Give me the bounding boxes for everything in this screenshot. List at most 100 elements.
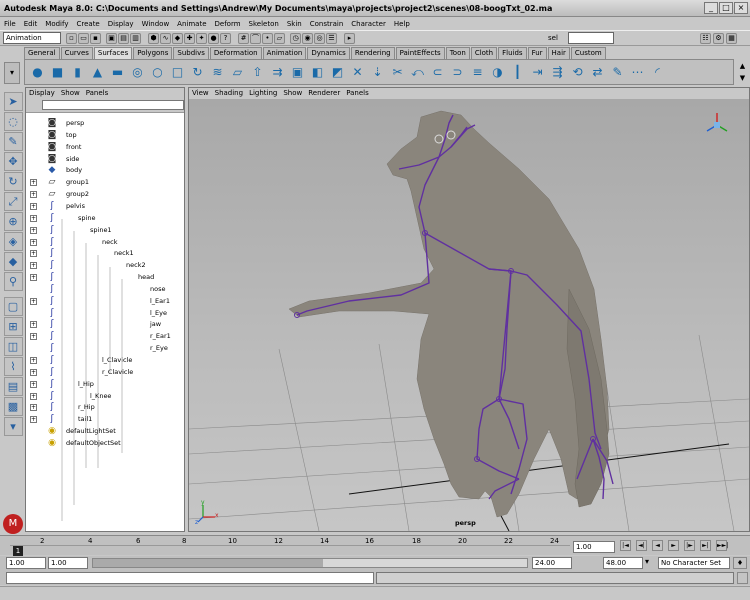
shelf-fillet-icon[interactable]: ◜	[648, 63, 667, 82]
outliner-menu-display[interactable]: Display	[26, 88, 58, 99]
shelf-tab-painteffects[interactable]: PaintEffects	[395, 47, 445, 59]
render-icon[interactable]: ◉	[302, 33, 313, 44]
shelf-tab-dynamics[interactable]: Dynamics	[307, 47, 350, 59]
shelf-tab-subdivs[interactable]: Subdivs	[173, 47, 209, 59]
layout-list-icon[interactable]: ▾	[3, 417, 23, 436]
shelf-align-icon[interactable]: ≡	[468, 63, 487, 82]
shelf-tab-custom[interactable]: Custom	[570, 47, 606, 59]
viewport-menu-renderer[interactable]: Renderer	[305, 88, 343, 99]
shelf-attach-icon[interactable]: ⊂	[428, 63, 447, 82]
step-back-frame-button[interactable]: ◄	[652, 540, 663, 551]
shelf-tab-deformation[interactable]: Deformation	[209, 47, 262, 59]
mask-curves-icon[interactable]: ∿	[160, 33, 171, 44]
shelf-revolve-icon[interactable]: ↻	[188, 63, 207, 82]
mask-dynamics-icon[interactable]: ✦	[196, 33, 207, 44]
shelf-reverse-icon[interactable]: ⇄	[588, 63, 607, 82]
render-view-layout-icon[interactable]: ▩	[3, 397, 23, 416]
ipr-render-icon[interactable]: ◎	[314, 33, 325, 44]
start-time-field[interactable]: 1.00	[6, 557, 46, 569]
shelf-tab-hair[interactable]: Hair	[547, 47, 570, 59]
channel-box-icon[interactable]: ▦	[726, 33, 737, 44]
range-slider-bar[interactable]	[92, 558, 528, 568]
current-frame-marker[interactable]: 1	[13, 546, 23, 556]
mask-joints-icon[interactable]: ⬢	[148, 33, 159, 44]
select-hierarchy-icon[interactable]: ▣	[106, 33, 117, 44]
close-button[interactable]: ×	[734, 2, 748, 14]
menu-help[interactable]: Help	[390, 20, 414, 28]
hypergraph-layout-icon[interactable]: ▤	[3, 377, 23, 396]
tool-settings-icon[interactable]: ⚙	[713, 33, 724, 44]
shelf-planar-icon[interactable]: ▱	[228, 63, 247, 82]
shelf-tab-polygons[interactable]: Polygons	[133, 47, 173, 59]
mask-surfaces-icon[interactable]: ◆	[172, 33, 183, 44]
perspective-outliner-layout-icon[interactable]: ◫	[3, 337, 23, 356]
shelf-extend-icon[interactable]: ⇥	[528, 63, 547, 82]
menu-file[interactable]: File	[0, 20, 20, 28]
rotate-tool-icon[interactable]: ↻	[3, 172, 23, 191]
four-view-layout-icon[interactable]: ⊞	[3, 317, 23, 336]
maximize-button[interactable]: □	[719, 2, 733, 14]
select-tool-icon[interactable]: ➤	[3, 92, 23, 111]
go-to-start-button[interactable]: |◄	[620, 540, 631, 551]
menu-window[interactable]: Window	[138, 20, 174, 28]
attribute-editor-icon[interactable]: ☷	[700, 33, 711, 44]
shelf-tab-fluids[interactable]: Fluids	[498, 47, 527, 59]
shelf-tab-surfaces[interactable]: Surfaces	[93, 47, 133, 59]
step-forward-frame-button[interactable]: |►	[684, 540, 695, 551]
outliner-menu-show[interactable]: Show	[58, 88, 83, 99]
shelf-detach-icon[interactable]: ⊃	[448, 63, 467, 82]
graph-editor-layout-icon[interactable]: ⌇	[3, 357, 23, 376]
character-set-arrow-icon[interactable]: ▾	[645, 557, 649, 566]
shelf-tab-animation[interactable]: Animation	[262, 47, 307, 59]
new-scene-icon[interactable]: ▫	[66, 33, 77, 44]
menu-skeleton[interactable]: Skeleton	[245, 20, 283, 28]
shelf-torus-icon[interactable]: ◎	[128, 63, 147, 82]
scene-view[interactable]: x y z persp	[188, 99, 750, 532]
range-slider-handle[interactable]	[93, 559, 323, 567]
time-slider[interactable]: 1 1.00 2 4 6 8 10 12 14 16 18 20 22 24 |◄ ◄| ◄ ► |► ►| ►►|	[0, 535, 750, 556]
viewport-menu-lighting[interactable]: Lighting	[246, 88, 280, 99]
render-settings-icon[interactable]: ☰	[326, 33, 337, 44]
current-time-field[interactable]: 1.00	[573, 541, 615, 553]
menu-display[interactable]: Display	[104, 20, 138, 28]
go-to-end-button[interactable]: ►►|	[716, 540, 728, 551]
shelf-bevel-icon[interactable]: ◩	[328, 63, 347, 82]
shelf-offset-icon[interactable]: ⇶	[548, 63, 567, 82]
single-perspective-layout-icon[interactable]: ▢	[3, 297, 23, 316]
time-slider-bar[interactable]	[10, 545, 570, 554]
mask-render-icon[interactable]: ●	[208, 33, 219, 44]
perspective-viewport[interactable]: View Shading Lighting Show Renderer Panels	[188, 87, 750, 532]
selection-input[interactable]	[568, 32, 614, 44]
menu-set-dropdown[interactable]: Animation	[3, 32, 61, 44]
shelf-loft-icon[interactable]: ≋	[208, 63, 227, 82]
shelf-circle-icon[interactable]: ○	[148, 63, 167, 82]
save-scene-icon[interactable]: ▪	[90, 33, 101, 44]
select-component-icon[interactable]: ▥	[130, 33, 141, 44]
mask-deformers-icon[interactable]: ✚	[184, 33, 195, 44]
shelf-tab-toon[interactable]: Toon	[445, 47, 470, 59]
shelf-cube-icon[interactable]: ■	[48, 63, 67, 82]
joint-tool-icon[interactable]: ⚲	[3, 272, 23, 291]
command-input[interactable]	[6, 572, 374, 584]
shelf-tab-fur[interactable]: Fur	[527, 47, 547, 59]
shelf-rebuild-icon[interactable]: ⟲	[568, 63, 587, 82]
shelf-untrim-icon[interactable]: ⤺	[408, 63, 427, 82]
snap-plane-icon[interactable]: ▱	[274, 33, 285, 44]
paint-select-icon[interactable]: ✎	[3, 132, 23, 151]
mask-misc-icon[interactable]: ?	[220, 33, 231, 44]
step-forward-key-button[interactable]: ►|	[700, 540, 711, 551]
end-time-field[interactable]: 48.00	[603, 557, 643, 569]
select-object-icon[interactable]: ▤	[118, 33, 129, 44]
shelf-extrude-icon[interactable]: ⇧	[248, 63, 267, 82]
shelf-project-curve-icon[interactable]: ⇣	[368, 63, 387, 82]
soft-mod-icon[interactable]: ◈	[3, 232, 23, 251]
shelf-plane-icon[interactable]: ▬	[108, 63, 127, 82]
shelf-cylinder-icon[interactable]: ▮	[68, 63, 87, 82]
snap-grid-icon[interactable]: #	[238, 33, 249, 44]
viewport-menu-show[interactable]: Show	[280, 88, 305, 99]
shelf-menu-icon[interactable]: ▾	[4, 62, 20, 84]
menu-create[interactable]: Create	[72, 20, 103, 28]
history-icon[interactable]: ◷	[290, 33, 301, 44]
shelf-insert-isoparm-icon[interactable]: ┃	[508, 63, 527, 82]
playback-start-field[interactable]: 1.00	[48, 557, 88, 569]
